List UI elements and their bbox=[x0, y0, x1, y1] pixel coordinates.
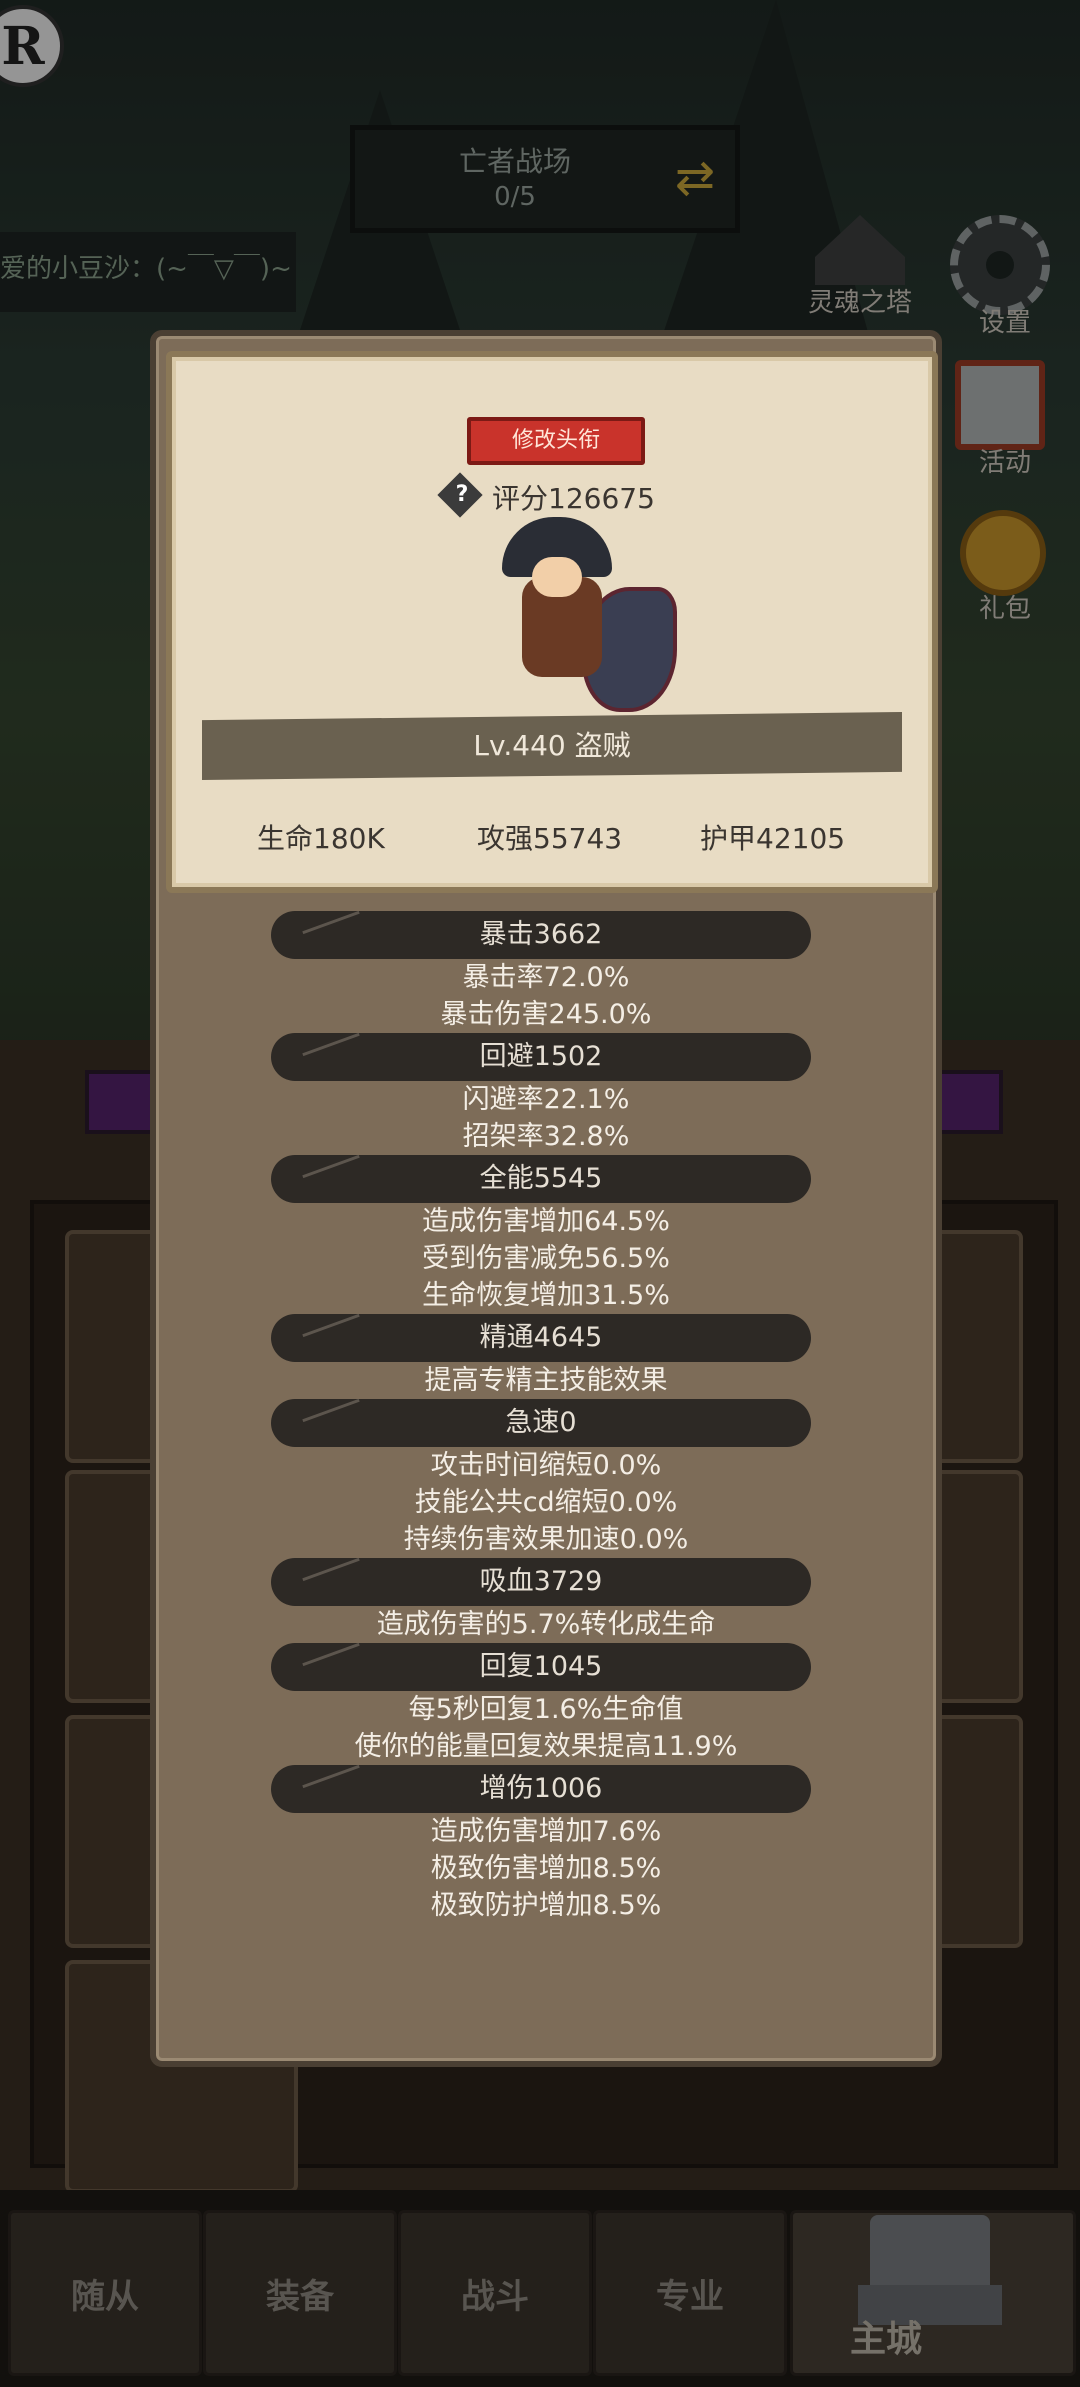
stat-detail: 每5秒回复1.6%生命值 bbox=[408, 1694, 684, 1725]
level-class: Lv.440 盗贼 bbox=[473, 729, 631, 762]
stat-detail: 闪避率22.1% bbox=[462, 1084, 630, 1115]
stat-group-header: 回避1502 bbox=[271, 1033, 811, 1081]
stat-detail: 暴击率72.0% bbox=[462, 962, 630, 993]
stat-group-header: 吸血3729 bbox=[271, 1558, 811, 1606]
stat-detail: 造成伤害增加7.6% bbox=[430, 1816, 662, 1847]
character-avatar bbox=[472, 507, 682, 732]
stat-detail: 造成伤害的5.7%转化成生命 bbox=[376, 1609, 716, 1640]
stat-detail: 暴击伤害245.0% bbox=[440, 999, 652, 1030]
stat-group-header: 急速0 bbox=[271, 1399, 811, 1447]
stat-detail: 提高专精主技能效果 bbox=[424, 1365, 668, 1396]
stat-detail: 受到伤害减免56.5% bbox=[422, 1243, 670, 1274]
armor-stat: 护甲42105 bbox=[700, 822, 846, 855]
stat-group-header: 暴击3662 bbox=[271, 911, 811, 959]
help-mark: ? bbox=[455, 482, 469, 507]
stat-groups: 暴击3662 暴击率72.0% 暴击伤害245.0% 回避1502 闪避率22.1% 招架… bbox=[156, 911, 936, 1924]
profile-card: 修改头衔 ? 评分126675 Lv.440 盗贼 生命180K 攻强55743… bbox=[166, 351, 938, 893]
stat-detail: 生命恢复增加31.5% bbox=[422, 1280, 670, 1311]
character-stats-modal: 修改头衔 ? 评分126675 Lv.440 盗贼 生命180K 攻强55743… bbox=[150, 330, 942, 2067]
stat-group-header: 增伤1006 bbox=[271, 1765, 811, 1813]
edit-title-button[interactable]: 修改头衔 bbox=[467, 417, 645, 465]
stat-detail: 造成伤害增加64.5% bbox=[422, 1206, 670, 1237]
stat-detail: 攻击时间缩短0.0% bbox=[430, 1450, 662, 1481]
life-stat: 生命180K bbox=[257, 822, 385, 855]
avatar-face bbox=[532, 557, 582, 597]
stat-group-header: 精通4645 bbox=[271, 1314, 811, 1362]
stat-detail: 极致伤害增加8.5% bbox=[430, 1853, 662, 1884]
stat-detail: 使你的能量回复效果提高11.9% bbox=[354, 1731, 738, 1762]
stat-group-header: 全能5545 bbox=[271, 1155, 811, 1203]
stat-detail: 极致防护增加8.5% bbox=[430, 1890, 662, 1921]
attack-stat: 攻强55743 bbox=[477, 822, 623, 855]
stat-detail: 招架率32.8% bbox=[462, 1121, 630, 1152]
stat-detail: 持续伤害效果加速0.0% bbox=[403, 1524, 689, 1555]
stat-group-header: 回复1045 bbox=[271, 1643, 811, 1691]
stat-detail: 技能公共cd缩短0.0% bbox=[414, 1487, 678, 1518]
